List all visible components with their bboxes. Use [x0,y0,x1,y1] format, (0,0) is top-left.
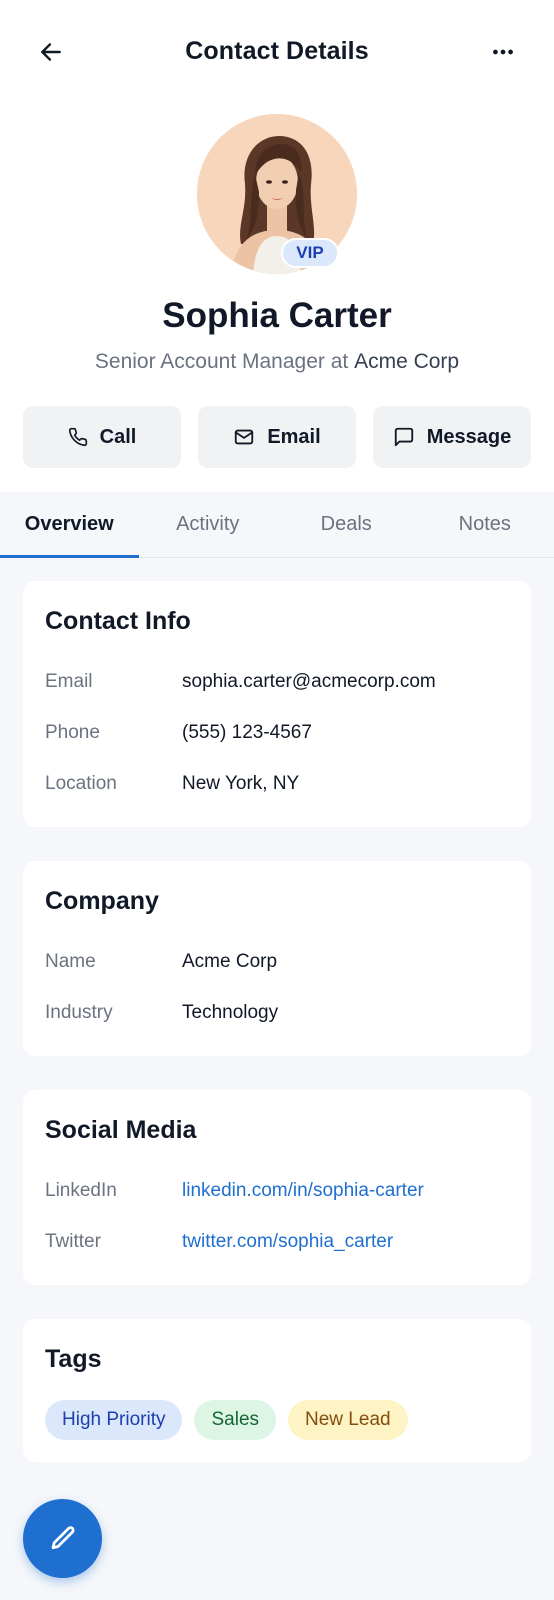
tags-title: Tags [45,1345,102,1373]
tag-new-lead[interactable]: New Lead [288,1400,408,1440]
info-label: Phone [45,721,100,743]
contact-company[interactable]: Acme Corp [354,350,459,373]
location-value: New York, NY [182,772,300,794]
contact-name: Sophia Carter [162,296,392,335]
info-label: Name [45,950,96,972]
linkedin-link[interactable]: linkedin.com/in/sophia-carter [182,1180,424,1202]
info-label: Industry [45,1001,113,1023]
tab-activity[interactable]: Activity [139,492,278,557]
info-row-location: Location New York, NY [45,758,509,809]
back-button[interactable] [36,37,66,67]
info-row-email: Email sophia.carter@acmecorp.com [45,656,509,707]
tag-sales[interactable]: Sales [194,1400,277,1440]
social-row-twitter: Twitter twitter.com/sophia_carter [45,1216,509,1267]
industry-value: Technology [182,1001,279,1023]
company-name-value: Acme Corp [182,950,278,972]
info-label: LinkedIn [45,1179,117,1201]
arrow-left-icon [41,43,61,61]
email-value[interactable]: sophia.carter@acmecorp.com [182,671,436,693]
info-label: Twitter [45,1230,101,1252]
top-app-bar: Contact Details [0,0,554,102]
company-row-name: Name Acme Corp [45,936,509,987]
twitter-link[interactable]: twitter.com/sophia_carter [182,1231,393,1253]
pencil-icon [51,1525,75,1549]
mail-icon [235,429,254,445]
contact-subtitle: Senior Account Manager at Acme Corp [0,350,554,374]
social-row-linkedin: LinkedIn linkedin.com/in/sophia-carter [45,1165,509,1216]
message-icon [394,427,413,447]
company-row-industry: Industry Technology [45,987,509,1038]
tab-bar: Overview Activity Deals Notes [0,492,554,558]
tab-deals[interactable]: Deals [277,492,416,557]
contact-info-title: Contact Info [45,607,191,635]
tag-list: High Priority Sales New Lead [45,1394,509,1444]
message-button[interactable]: Message [373,406,531,468]
info-label: Location [45,772,117,794]
info-label: Email [45,670,93,692]
more-options-button[interactable] [488,37,518,67]
message-button-label: Message [426,425,512,448]
tab-notes[interactable]: Notes [416,492,554,557]
contact-at: at [330,350,349,373]
social-media-card: Social Media LinkedIn linkedin.com/in/so… [23,1090,531,1285]
tab-overview[interactable]: Overview [0,492,139,558]
company-title: Company [45,887,159,915]
profile-header-section: Contact Details VIP Sophia Carter Senior… [0,0,554,492]
info-row-phone: Phone (555) 123-4567 [45,707,509,758]
call-button[interactable]: Call [23,406,181,468]
vip-badge: VIP [281,238,339,268]
edit-contact-button[interactable] [23,1499,102,1578]
phone-icon [68,427,87,447]
page-title: Contact Details [185,36,369,65]
email-button[interactable]: Email [198,406,356,468]
overview-content: Contact Info Email sophia.carter@acmecor… [0,558,554,1462]
contact-info-card: Contact Info Email sophia.carter@acmecor… [23,581,531,827]
avatar-container: VIP [197,114,357,274]
social-media-title: Social Media [45,1116,197,1144]
phone-value[interactable]: (555) 123-4567 [182,722,312,744]
tags-card: Tags High Priority Sales New Lead [23,1319,531,1462]
more-horizontal-icon [493,49,513,55]
call-button-label: Call [99,425,137,448]
quick-actions: Call Email Message [0,406,554,492]
tag-high-priority[interactable]: High Priority [45,1400,183,1440]
company-card: Company Name Acme Corp Industry Technolo… [23,861,531,1056]
email-button-label: Email [267,425,321,448]
contact-role: Senior Account Manager [94,350,325,373]
